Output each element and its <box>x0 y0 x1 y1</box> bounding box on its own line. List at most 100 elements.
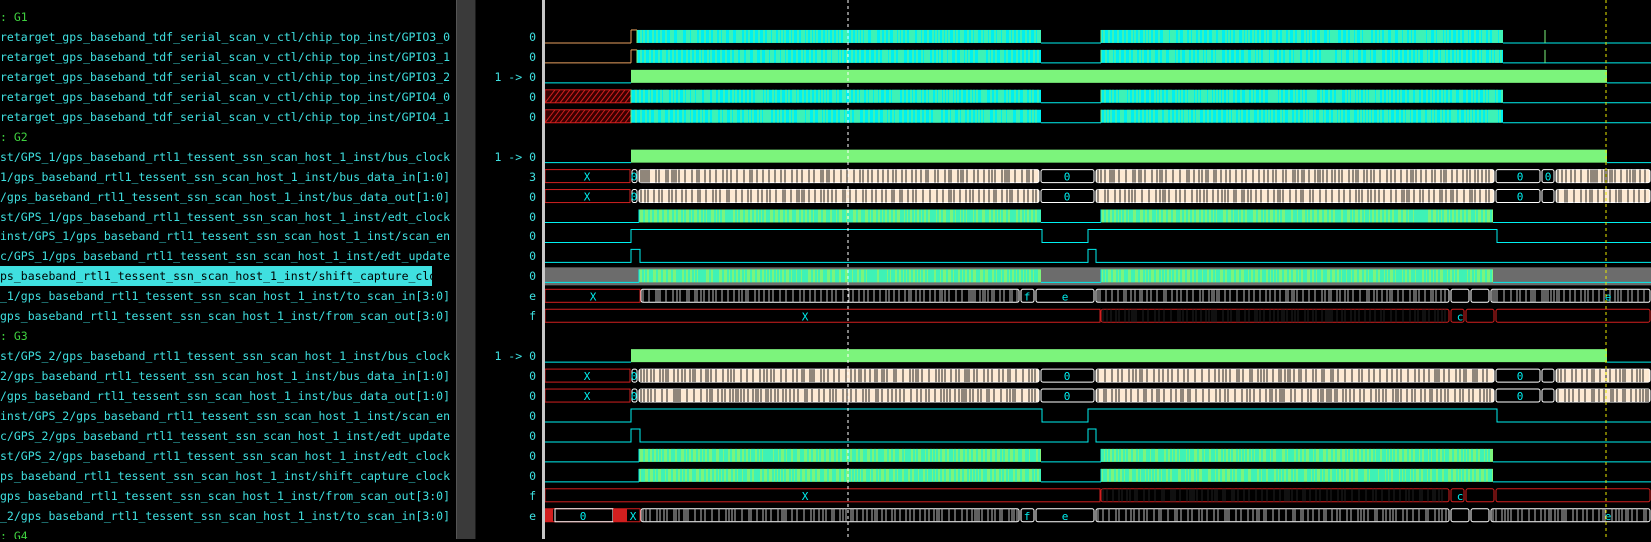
bus-value-label: 0 <box>1064 390 1071 403</box>
waveform-row[interactable] <box>545 248 1651 263</box>
waveform-row[interactable] <box>545 69 1651 84</box>
bus-value-label: X <box>802 490 809 503</box>
signal-value: e <box>529 508 536 523</box>
bus-value-label: X <box>590 290 597 303</box>
signal-name[interactable]: retarget_gps_baseband_tdf_serial_scan_v_… <box>0 47 450 67</box>
signal-name[interactable]: st/GPS_2/gps_baseband_rtl1_tessent_ssn_s… <box>0 346 450 366</box>
waveform-row[interactable]: X 0 0 0 <box>544 388 1651 403</box>
waveform-row[interactable]: Xc <box>544 488 1651 503</box>
signal-value: 0 <box>529 448 536 463</box>
waveform-row[interactable] <box>545 228 1651 243</box>
signal-name[interactable]: _2/gps_baseband_rtl1_tessent_ssn_scan_ho… <box>0 506 450 526</box>
waveform-row[interactable] <box>545 428 1651 443</box>
bus-value-label: 0 <box>1517 370 1524 383</box>
signal-value: 0 <box>529 269 536 284</box>
signal-name[interactable]: st/GPS_1/gps_baseband_rtl1_tessent_ssn_s… <box>0 207 450 227</box>
group-label[interactable]: : G2 <box>0 127 28 147</box>
signal-name[interactable]: c/GPS_1/gps_baseband_rtl1_tessent_ssn_sc… <box>0 246 450 266</box>
bus-value-label: X <box>584 390 591 403</box>
signal-value: 3 <box>529 169 536 184</box>
waveform-canvas[interactable]: X 0 0 0 0X 0 0 0X f e eX cX 0 0 0X 0 0 0X c0 Xf e e <box>544 0 1651 539</box>
signal-value: 0 <box>529 229 536 244</box>
signal-name[interactable]: gps_baseband_rtl1_tessent_ssn_scan_host_… <box>0 306 450 326</box>
waveform-row[interactable]: X 0 0 0 0 <box>544 169 1651 184</box>
signal-name[interactable]: 1/gps_baseband_rtl1_tessent_ssn_scan_hos… <box>0 167 450 187</box>
signal-value: 0 <box>529 89 536 104</box>
group-label[interactable]: : G4 <box>0 526 28 539</box>
signal-value: 0 <box>529 209 536 224</box>
waveform-row[interactable] <box>545 209 1651 223</box>
signal-name[interactable]: retarget_gps_baseband_tdf_serial_scan_v_… <box>0 27 450 47</box>
signal-value: 0 <box>529 389 536 404</box>
bus-value-label: 0 <box>631 191 638 204</box>
waveform-row[interactable] <box>545 408 1651 423</box>
signal-value: e <box>529 289 536 304</box>
signal-name[interactable]: ps_baseband_rtl1_tessent_ssn_scan_host_1… <box>0 466 450 486</box>
bus-value-label: 0 <box>1064 370 1071 383</box>
signal-name[interactable]: st/GPS_1/gps_baseband_rtl1_tessent_ssn_s… <box>0 147 450 167</box>
pane-splitter[interactable] <box>456 0 476 539</box>
group-label[interactable]: : G3 <box>0 326 28 346</box>
waveform-row[interactable] <box>545 448 1651 463</box>
bus-value-label: 0 <box>1064 191 1071 204</box>
signal-name[interactable]: retarget_gps_baseband_tdf_serial_scan_v_… <box>0 87 450 107</box>
signal-name[interactable]: st/GPS_2/gps_baseband_rtl1_tessent_ssn_s… <box>0 446 450 466</box>
waveform-row[interactable] <box>545 267 1651 286</box>
waveform-row[interactable]: X 0 0 0 <box>544 189 1651 204</box>
bus-value-label: 0 <box>631 390 638 403</box>
bus-value-label: 0 <box>1517 171 1524 184</box>
high-level <box>631 349 1607 363</box>
bus-value-label: e <box>1062 290 1069 303</box>
signal-name[interactable]: 2/gps_baseband_rtl1_tessent_ssn_scan_hos… <box>0 366 450 386</box>
signal-value: 0 <box>529 468 536 483</box>
signal-name-pane: : G1 retarget_gps_baseband_tdf_serial_sca… <box>0 0 456 539</box>
bus-value-label: 0 <box>1545 171 1552 184</box>
high-level <box>631 149 1607 163</box>
signal-value: 0 <box>529 109 536 124</box>
bus-value-label: X <box>802 310 809 323</box>
waveform-row[interactable] <box>545 468 1651 483</box>
bus-value-label: c <box>1457 310 1464 323</box>
bus-value-label: c <box>1457 490 1464 503</box>
signal-name[interactable]: retarget_gps_baseband_tdf_serial_scan_v_… <box>0 67 450 87</box>
signal-value: 0 <box>529 409 536 423</box>
waveform-row[interactable] <box>544 109 1651 124</box>
bus-value-label: e <box>1062 510 1069 523</box>
signal-name[interactable]: ps_baseband_rtl1_tessent_ssn_scan_host_1… <box>0 266 450 287</box>
signal-value: 0 <box>529 249 536 264</box>
signal-name[interactable]: _1/gps_baseband_rtl1_tessent_ssn_scan_ho… <box>0 286 450 306</box>
bus-value-label: 0 <box>1517 191 1524 204</box>
waveform-row[interactable]: 0Xfee <box>544 508 1651 523</box>
waveform-row[interactable] <box>545 149 1651 164</box>
signal-value: f <box>529 488 536 503</box>
waveform-row[interactable]: Xfee <box>544 288 1651 303</box>
signal-value: 0 <box>529 49 536 64</box>
group-label[interactable]: : G1 <box>0 7 28 27</box>
signal-value: f <box>529 309 536 324</box>
signal-value: 0 <box>529 29 536 44</box>
signal-value: 1 -> 0 <box>494 69 536 84</box>
waveform-row[interactable]: Xc <box>544 308 1651 323</box>
signal-name[interactable]: gps_baseband_rtl1_tessent_ssn_scan_host_… <box>0 486 450 506</box>
waveform-pane[interactable]: X0000X000XfeeXcX000X000Xc0Xfee <box>544 0 1651 539</box>
signal-name[interactable]: c/GPS_2/gps_baseband_rtl1_tessent_ssn_sc… <box>0 426 450 446</box>
signal-value: 0 <box>529 369 536 384</box>
waveform-row[interactable] <box>545 49 1651 64</box>
bus-value-label: 0 <box>1064 171 1071 184</box>
bus-value-label: f <box>1024 290 1031 303</box>
high-level <box>631 69 1607 83</box>
signal-value: 0 <box>529 428 536 443</box>
waveform-row[interactable]: X 0 0 0 <box>544 368 1651 383</box>
signal-name[interactable]: /gps_baseband_rtl1_tessent_ssn_scan_host… <box>0 187 450 207</box>
signal-value: 1 -> 0 <box>494 349 536 364</box>
signal-name[interactable]: inst/GPS_2/gps_baseband_rtl1_tessent_ssn… <box>0 406 450 426</box>
signal-value: 1 -> 0 <box>494 149 536 164</box>
signal-value-pane: 001 -> 0001 -> 0300000ef1 -> 0000000fe <box>476 0 542 539</box>
waveform-row[interactable] <box>545 349 1651 363</box>
signal-name[interactable]: retarget_gps_baseband_tdf_serial_scan_v_… <box>0 107 450 127</box>
waveform-row[interactable] <box>545 29 1651 44</box>
bus-value-label: 0 <box>631 171 638 184</box>
signal-name[interactable]: inst/GPS_1/gps_baseband_rtl1_tessent_ssn… <box>0 226 450 246</box>
signal-name[interactable]: /gps_baseband_rtl1_tessent_ssn_scan_host… <box>0 386 450 406</box>
waveform-row[interactable] <box>544 89 1651 104</box>
